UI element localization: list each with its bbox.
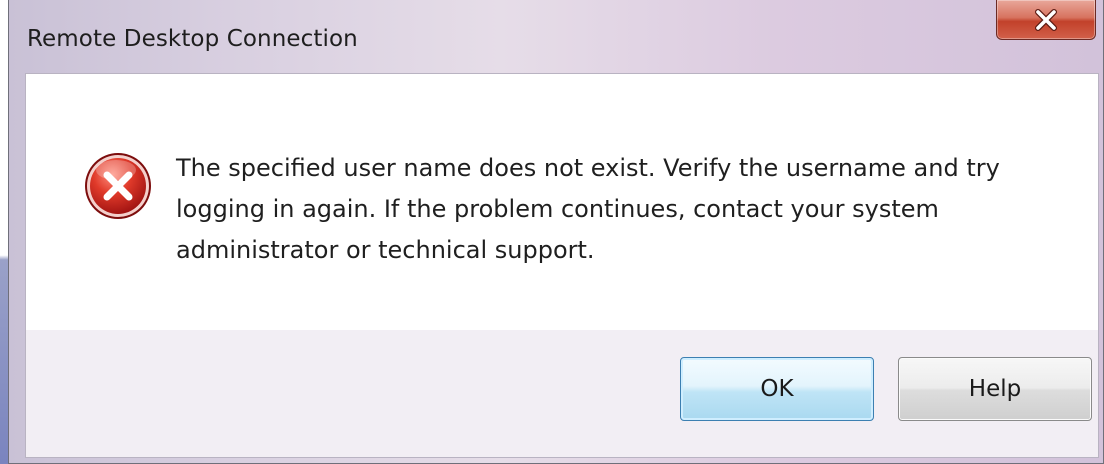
message-line-1: The specified user name does not exist. … <box>176 154 1000 182</box>
close-icon <box>1035 8 1057 31</box>
close-button[interactable] <box>996 0 1096 40</box>
message-line-2: logging in again. If the problem continu… <box>176 195 939 223</box>
dialog-window: Remote Desktop Connection The specified … <box>8 0 1104 464</box>
button-panel: OK Help <box>26 330 1098 457</box>
title-bar[interactable]: Remote Desktop Connection <box>9 0 1103 72</box>
window-title: Remote Desktop Connection <box>27 26 358 52</box>
message-line-3: administrator or technical support. <box>176 236 595 264</box>
message-panel: The specified user name does not exist. … <box>26 74 1098 330</box>
background-window-edge <box>0 0 8 464</box>
error-message: The specified user name does not exist. … <box>176 148 1056 271</box>
ok-button[interactable]: OK <box>680 357 874 421</box>
dialog-content: The specified user name does not exist. … <box>25 73 1099 458</box>
error-icon <box>85 153 151 219</box>
help-button[interactable]: Help <box>898 357 1092 421</box>
